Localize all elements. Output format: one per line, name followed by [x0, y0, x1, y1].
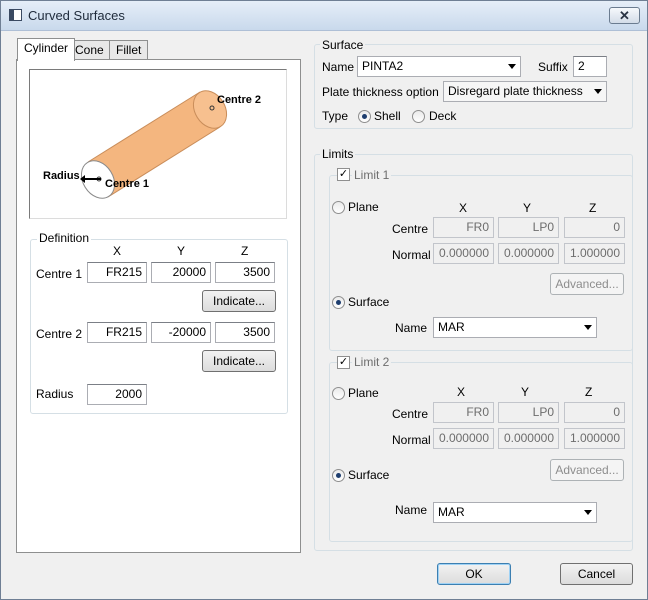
plate-thickness-combo[interactable]: Disregard plate thickness — [443, 81, 607, 102]
limit1-plane-label: Plane — [348, 200, 379, 214]
tab-cylinder[interactable]: Cylinder — [17, 38, 76, 61]
cylinder-illustration — [80, 90, 228, 199]
limit2-surface-radio[interactable] — [332, 469, 345, 482]
limit2-plane-label: Plane — [348, 386, 379, 400]
centre2-y-field[interactable]: -20000 — [151, 322, 211, 343]
limit1-col-y: Y — [523, 201, 532, 215]
curved-surfaces-dialog: Curved Surfaces ✕ Cylinder Cone Fillet C… — [0, 0, 648, 600]
shell-label: Shell — [374, 109, 401, 123]
chevron-down-icon — [594, 89, 602, 94]
centre1-row-label: Centre 1 — [36, 267, 83, 281]
limit1-centre-label: Centre — [392, 222, 429, 236]
limit2-name-value: MAR — [438, 505, 465, 519]
cylinder-diagram: Centre 2 Centre 1 Radius — [29, 69, 287, 219]
centre2-x-field[interactable]: FR215 — [87, 322, 147, 343]
limit1-label: Limit 1 — [352, 168, 392, 182]
limit2-surface-label: Surface — [348, 468, 390, 482]
chevron-down-icon — [584, 510, 592, 515]
surface-name-value: PINTA2 — [362, 59, 404, 73]
centre1-y-field[interactable]: 20000 — [151, 262, 211, 283]
limit2-label: Limit 2 — [352, 355, 392, 369]
limit1-name-combo[interactable]: MAR — [433, 317, 597, 338]
definition-col-x: X — [113, 244, 122, 258]
suffix-field[interactable]: 2 — [573, 56, 607, 77]
limit1-checkbox[interactable]: ✓ — [337, 168, 350, 181]
limit2-centre-z-field[interactable]: 0 — [564, 402, 625, 423]
limit2-advanced-button[interactable]: Advanced... — [550, 459, 624, 481]
limit1-centre-x-field[interactable]: FR0 — [433, 217, 494, 238]
limit1-normal-y-field[interactable]: 0.000000 — [498, 243, 559, 264]
limit1-plane-radio[interactable] — [332, 201, 345, 214]
limit1-col-x: X — [459, 201, 468, 215]
window-title: Curved Surfaces — [28, 8, 125, 23]
limit2-name-label: Name — [395, 503, 428, 517]
limits-legend: Limits — [320, 147, 356, 161]
chevron-down-icon — [508, 64, 516, 69]
radius-row-label: Radius — [36, 387, 74, 401]
limit2-normal-y-field[interactable]: 0.000000 — [498, 428, 559, 449]
limit1-centre-y-field[interactable]: LP0 — [498, 217, 559, 238]
limit1-normal-label: Normal — [392, 248, 431, 262]
surface-name-combo[interactable]: PINTA2 — [357, 56, 521, 77]
limit2-plane-radio[interactable] — [332, 387, 345, 400]
limit2-normal-z-field[interactable]: 1.000000 — [564, 428, 625, 449]
suffix-label: Suffix — [538, 60, 568, 74]
definition-col-y: Y — [177, 244, 186, 258]
definition-legend: Definition — [37, 231, 92, 245]
limit1-surface-radio[interactable] — [332, 296, 345, 309]
limit1-advanced-button[interactable]: Advanced... — [550, 273, 624, 295]
centre1-x-field[interactable]: FR215 — [87, 262, 147, 283]
type-label: Type — [322, 109, 349, 123]
limit2-centre-y-field[interactable]: LP0 — [498, 402, 559, 423]
deck-label: Deck — [429, 109, 457, 123]
limit2-centre-x-field[interactable]: FR0 — [433, 402, 494, 423]
limit2-col-z: Z — [585, 385, 593, 399]
cancel-button[interactable]: Cancel — [560, 563, 633, 585]
limit2-centre-label: Centre — [392, 407, 429, 421]
ok-button[interactable]: OK — [437, 563, 511, 585]
title-bar: Curved Surfaces ✕ — [1, 1, 647, 31]
plate-thickness-value: Disregard plate thickness — [448, 84, 583, 98]
centre1-indicate-button[interactable]: Indicate... — [202, 290, 276, 312]
centre1-z-field[interactable]: 3500 — [215, 262, 275, 283]
limit1-col-z: Z — [589, 201, 597, 215]
limit1-surface-label: Surface — [348, 295, 390, 309]
centre2-row-label: Centre 2 — [36, 327, 83, 341]
tab-fillet[interactable]: Fillet — [109, 40, 149, 60]
limit1-normal-x-field[interactable]: 0.000000 — [433, 243, 494, 264]
limit2-normal-label: Normal — [392, 433, 431, 447]
window-icon — [9, 9, 22, 21]
limit2-checkbox[interactable]: ✓ — [337, 356, 350, 369]
radius-label: Radius — [43, 170, 80, 182]
cylinder-tab-panel: Centre 2 Centre 1 Radius Definition X Y … — [16, 59, 301, 553]
centre2-label: Centre 2 — [217, 94, 262, 106]
limit2-name-combo[interactable]: MAR — [433, 502, 597, 523]
limit1-name-label: Name — [395, 321, 428, 335]
limit1-centre-z-field[interactable]: 0 — [564, 217, 625, 238]
centre1-label: Centre 1 — [105, 178, 150, 190]
centre2-z-field[interactable]: 3500 — [215, 322, 275, 343]
radius-field[interactable]: 2000 — [87, 384, 147, 405]
deck-radio[interactable] — [412, 110, 425, 123]
limit2-col-x: X — [457, 385, 466, 399]
surface-name-label: Name — [322, 60, 355, 74]
limit1-name-value: MAR — [438, 320, 465, 334]
centre2-indicate-button[interactable]: Indicate... — [202, 350, 276, 372]
limit2-normal-x-field[interactable]: 0.000000 — [433, 428, 494, 449]
surface-legend: Surface — [320, 38, 366, 52]
definition-col-z: Z — [241, 244, 249, 258]
limit1-normal-z-field[interactable]: 1.000000 — [564, 243, 625, 264]
plate-thickness-label: Plate thickness option — [322, 85, 439, 99]
limit2-col-y: Y — [521, 385, 530, 399]
chevron-down-icon — [584, 325, 592, 330]
close-button[interactable]: ✕ — [609, 7, 640, 24]
shell-radio[interactable] — [358, 110, 371, 123]
